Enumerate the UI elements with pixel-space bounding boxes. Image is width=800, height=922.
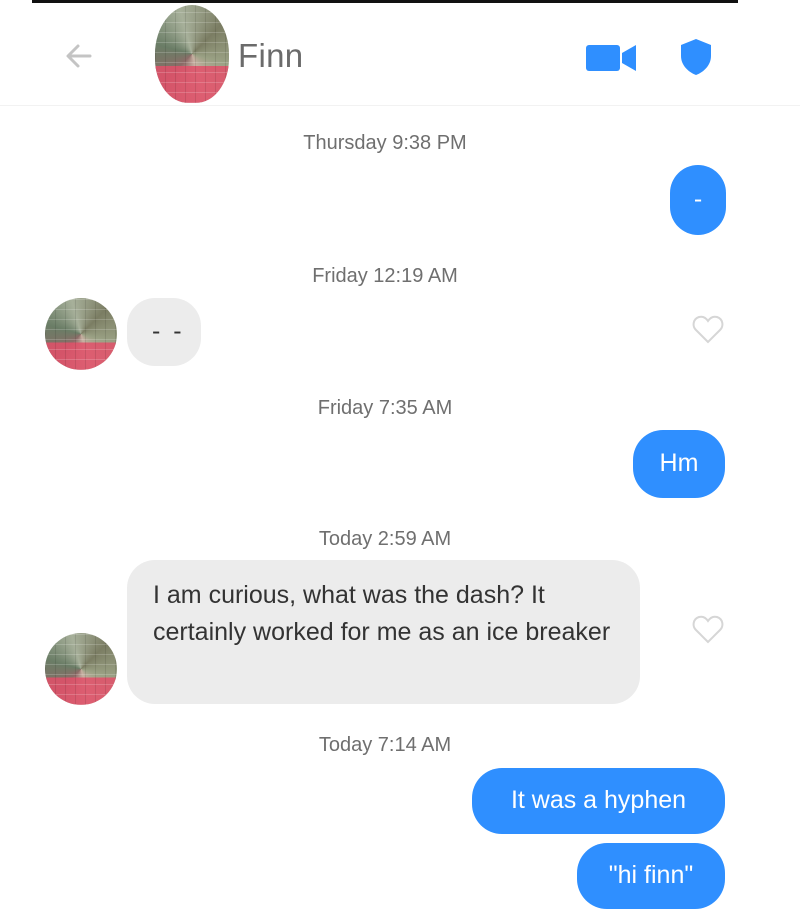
incoming-message[interactable]: - - [127,298,201,366]
outgoing-message[interactable]: "hi finn" [577,843,725,909]
outgoing-message[interactable]: It was a hyphen [472,768,725,834]
avatar[interactable] [45,298,117,370]
chat-header: Finn [0,3,800,106]
contact-name[interactable]: Finn [238,37,303,75]
video-call-icon[interactable] [586,43,636,73]
timestamp: Friday 12:19 AM [312,265,458,287]
avatar[interactable] [155,5,229,103]
heart-icon[interactable] [692,614,724,644]
outgoing-message[interactable]: Hm [633,430,725,498]
avatar[interactable] [45,633,117,705]
back-arrow-icon[interactable] [62,39,96,73]
shield-icon[interactable] [679,38,713,76]
timestamp: Today 7:14 AM [318,734,452,756]
timestamp: Today 2:59 AM [318,528,452,550]
timestamp: Friday 7:35 AM [317,397,453,419]
timestamp: Thursday 9:38 PM [303,132,467,154]
incoming-message[interactable]: I am curious, what was the dash? It cert… [127,560,640,704]
outgoing-message[interactable]: - [670,165,726,235]
heart-icon[interactable] [692,314,724,344]
